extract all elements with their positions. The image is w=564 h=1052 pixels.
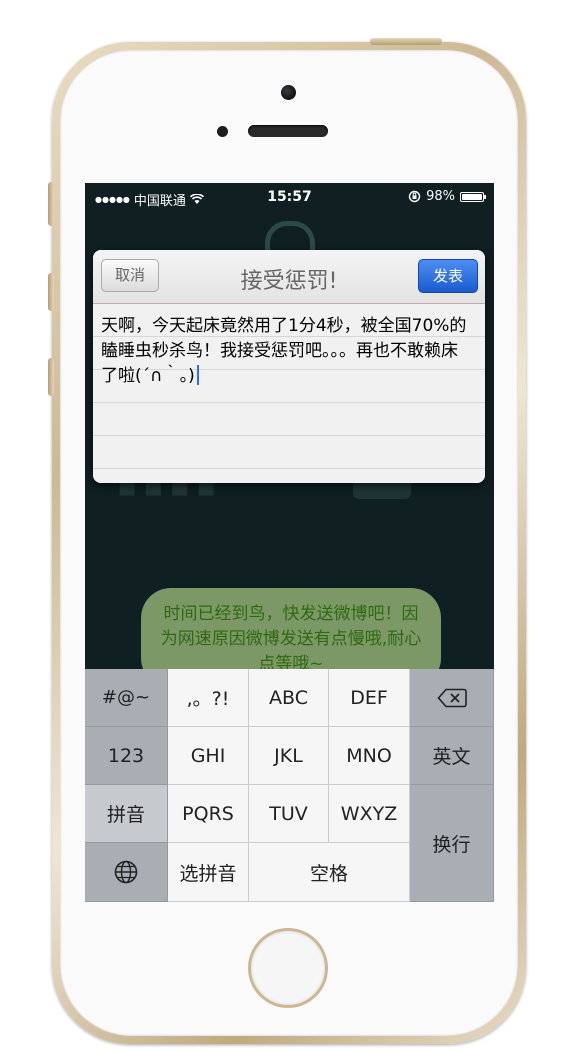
backspace-icon [436, 688, 467, 707]
key-punctuation[interactable]: ,。?! [168, 669, 249, 727]
compose-header: 取消 接受惩罚! 发表 [93, 250, 485, 304]
status-right: 98% [408, 189, 486, 204]
send-button[interactable]: 发表 [418, 259, 478, 293]
front-camera [281, 85, 296, 100]
key-return[interactable]: 换行 [410, 785, 494, 902]
key-select-pinyin[interactable]: 选拼音 [168, 843, 249, 902]
key-abc[interactable]: ABC [249, 669, 329, 727]
key-pinyin[interactable]: 拼音 [85, 785, 168, 843]
battery-percent: 98% [426, 189, 455, 204]
rotation-lock-icon [408, 190, 421, 203]
battery-fill [462, 193, 482, 200]
toast-message: 时间已经到鸟，快发送微博吧！因为网速原因微博发送有点慢哦,耐心点等哦~ [160, 604, 422, 674]
key-english[interactable]: 英文 [410, 727, 494, 785]
mute-switch [48, 182, 54, 226]
key-delete[interactable] [410, 669, 494, 727]
key-tuv[interactable]: TUV [249, 785, 329, 843]
key-pqrs[interactable]: PQRS [168, 785, 249, 843]
sleep-button [370, 38, 442, 45]
key-ghi[interactable]: GHI [168, 727, 249, 785]
key-symbols[interactable]: #@~ [85, 669, 168, 727]
earpiece-speaker [248, 125, 328, 137]
text-cursor [196, 365, 199, 385]
key-wxyz[interactable]: WXYZ [329, 785, 410, 843]
chinese-9-key-keyboard: #@~ 123 拼音 ,。?! ABC DEF GHI JKL MNO 英文 P [85, 669, 494, 902]
globe-icon [114, 860, 138, 884]
weibo-compose-sheet: 取消 接受惩罚! 发表 天啊，今天起床竟然用了1分4秒，被全国70%的瞌睡虫秒杀… [93, 250, 485, 483]
key-numbers[interactable]: 123 [85, 727, 168, 785]
key-jkl[interactable]: JKL [249, 727, 329, 785]
key-globe[interactable] [85, 843, 168, 902]
proximity-sensor [217, 126, 228, 137]
volume-up-button [48, 273, 54, 311]
compose-text-content[interactable]: 天啊，今天起床竟然用了1分4秒，被全国70%的瞌睡虫秒杀鸟！我接受惩罚吧。。。再… [101, 314, 471, 389]
key-space[interactable]: 空格 [249, 843, 410, 902]
compose-text: 天啊，今天起床竟然用了1分4秒，被全国70%的瞌睡虫秒杀鸟！我接受惩罚吧。。。再… [101, 316, 467, 386]
compose-text-area[interactable]: 天啊，今天起床竟然用了1分4秒，被全国70%的瞌睡虫秒杀鸟！我接受惩罚吧。。。再… [93, 304, 485, 483]
home-button[interactable] [248, 928, 328, 1008]
key-mno[interactable]: MNO [329, 727, 410, 785]
key-def[interactable]: DEF [329, 669, 410, 727]
status-bar: ●●●●● 中国联通 15:57 98% [85, 183, 494, 211]
volume-down-button [48, 358, 54, 396]
screen: ▪▪▪▪ ●●●●● 中国联通 15:57 98% 取消 接受惩罚! 发表 天啊… [85, 183, 494, 902]
battery-icon [460, 191, 486, 202]
